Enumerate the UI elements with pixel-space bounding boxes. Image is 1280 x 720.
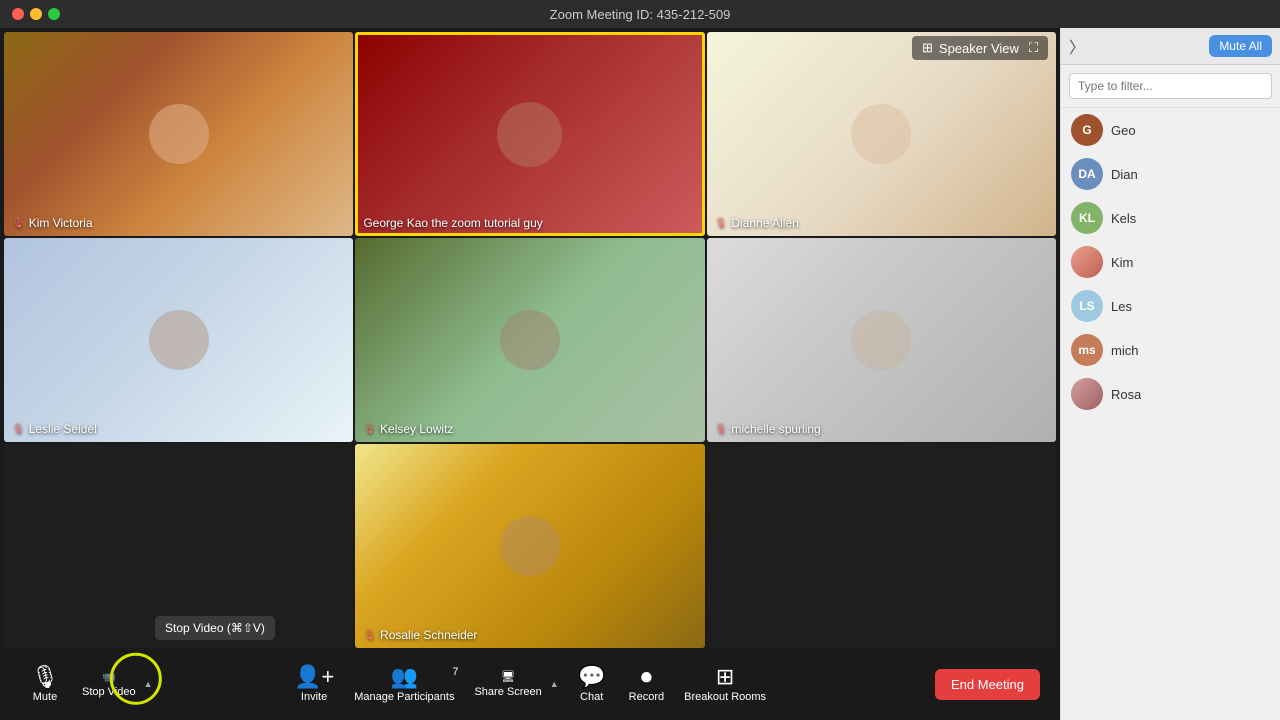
participant-count-badge: 7 [452, 666, 458, 678]
record-icon: ⏺ [641, 666, 652, 688]
breakout-icon: ⊞ [716, 666, 734, 688]
chevron-up-icon: ▲ [144, 679, 153, 689]
traffic-lights [12, 8, 60, 20]
participant-name-dianne: 🎙 Dianne Allen [715, 216, 799, 230]
toolbar-center: 👤+ Invite 👥 Manage Participants 7 🖥 Shar… [286, 662, 774, 707]
mic-muted-icon-michelle: 🎙 [715, 424, 728, 435]
video-top-bar: ⊞ Speaker View ⛶ [900, 28, 1060, 68]
participant-name-kim: 🎙 Kim Victoria [12, 216, 93, 230]
mute-all-button[interactable]: Mute All [1209, 35, 1272, 57]
stop-video-button[interactable]: 📹 Stop Video [74, 666, 140, 702]
sidebar-participant-les[interactable]: LS Les [1061, 284, 1280, 328]
sidebar-search [1061, 65, 1280, 108]
sidebar-participant-mich[interactable]: ms mich [1061, 328, 1280, 372]
participants-icon: 👥 [391, 666, 418, 688]
avatar-rosa [1071, 378, 1103, 410]
sidebar-name-mich: mich [1111, 343, 1138, 358]
record-label: Record [629, 691, 664, 703]
sidebar-participant-dian[interactable]: DA Dian [1061, 152, 1280, 196]
invite-label: Invite [301, 691, 327, 703]
sidebar-name-dian: Dian [1111, 167, 1138, 182]
sidebar-participant-geo[interactable]: G Geo [1061, 108, 1280, 152]
manage-participants-button[interactable]: 👥 Manage Participants 7 [346, 662, 462, 707]
share-screen-group: 🖥 Share Screen ▲ [466, 666, 562, 702]
sidebar: 〉 Mute All G Geo DA Dian K [1060, 28, 1280, 720]
video-cell-empty-2 [707, 444, 1056, 648]
avatar-kels: KL [1071, 202, 1103, 234]
sidebar-name-rosa: Rosa [1111, 387, 1141, 402]
end-meeting-button[interactable]: End Meeting [935, 669, 1040, 700]
mute-label: Mute [33, 691, 57, 703]
record-button[interactable]: ⏺ Record [621, 662, 672, 707]
stop-video-label: Stop Video [82, 686, 136, 698]
stop-video-tooltip: Stop Video (⌘⇧V) [155, 616, 275, 640]
meeting-title: Zoom Meeting ID: 435-212-509 [550, 7, 731, 22]
minimize-button[interactable] [30, 8, 42, 20]
avatar-dian: DA [1071, 158, 1103, 190]
video-cell-rosalie: 🎙 Rosalie Schneider [355, 444, 704, 648]
mic-muted-icon-leslie: 🎙 [12, 424, 25, 435]
main-container: ⊞ Speaker View ⛶ 🎙 Kim Victoria [0, 28, 1280, 720]
chat-label: Chat [580, 691, 603, 703]
participant-name-leslie: 🎙 Leslie Seidel [12, 422, 97, 436]
stop-video-arrow[interactable]: ▲ [140, 666, 157, 702]
participant-name-george: George Kao the zoom tutorial guy [363, 216, 542, 230]
share-screen-arrow[interactable]: ▲ [546, 666, 563, 702]
sidebar-name-kim2: Kim [1111, 255, 1133, 270]
video-cell-michelle: 🎙 michelle spurling [707, 238, 1056, 442]
share-chevron-icon: ▲ [550, 679, 559, 689]
sidebar-name-les: Les [1111, 299, 1132, 314]
sidebar-name-kels: Kels [1111, 211, 1136, 226]
search-input[interactable] [1069, 73, 1272, 99]
mic-icon: 🎙 [31, 666, 59, 688]
sidebar-participant-kim2[interactable]: Kim [1061, 240, 1280, 284]
close-button[interactable] [12, 8, 24, 20]
invite-icon: 👤+ [294, 666, 334, 688]
mute-button[interactable]: 🎙 Mute [20, 662, 70, 707]
sidebar-participants-list: G Geo DA Dian KL Kels Kim [1061, 108, 1280, 720]
video-area: ⊞ Speaker View ⛶ 🎙 Kim Victoria [0, 28, 1060, 720]
mic-muted-icon-dianne: 🎙 [715, 218, 728, 229]
toolbar: 🎙 Mute 📹 Stop Video ▲ [0, 648, 1060, 720]
sidebar-chevron-icon[interactable]: 〉 [1069, 34, 1085, 58]
avatar-les: LS [1071, 290, 1103, 322]
fullscreen-icon: ⛶ [1029, 40, 1038, 56]
toolbar-left: 🎙 Mute 📹 Stop Video ▲ [20, 662, 157, 707]
video-cell-kelsey: 🎙 Kelsey Lowitz [355, 238, 704, 442]
toolbar-right: End Meeting [935, 669, 1040, 700]
participant-name-michelle: 🎙 michelle spurling [715, 422, 821, 436]
share-screen-label: Share Screen [474, 686, 541, 698]
video-cell-kim: 🎙 Kim Victoria [4, 32, 353, 236]
avatar-geo: G [1071, 114, 1103, 146]
speaker-view-button[interactable]: ⊞ Speaker View ⛶ [912, 36, 1048, 60]
breakout-rooms-button[interactable]: ⊞ Breakout Rooms [676, 662, 774, 707]
invite-button[interactable]: 👤+ Invite [286, 662, 342, 707]
sidebar-name-geo: Geo [1111, 123, 1136, 138]
mic-muted-icon-kim: 🎙 [12, 218, 25, 229]
sidebar-participant-rosa[interactable]: Rosa [1061, 372, 1280, 416]
speaker-view-label: Speaker View [939, 41, 1019, 56]
participant-name-rosalie: 🎙 Rosalie Schneider [363, 628, 477, 642]
share-screen-button[interactable]: 🖥 Share Screen [466, 666, 545, 702]
mic-muted-icon-rosalie: 🎙 [363, 630, 376, 641]
mic-muted-icon-kelsey: 🎙 [363, 424, 376, 435]
stop-video-group: 📹 Stop Video ▲ [74, 666, 157, 702]
fullscreen-button[interactable] [48, 8, 60, 20]
video-cell-george: George Kao the zoom tutorial guy [355, 32, 704, 236]
video-icon: 📹 [102, 670, 116, 683]
chat-button[interactable]: 💬 Chat [567, 662, 617, 707]
grid-icon: ⊞ [922, 40, 933, 56]
video-grid: 🎙 Kim Victoria George Kao the zoom tutor… [0, 28, 1060, 648]
manage-participants-label: Manage Participants [354, 691, 454, 703]
chat-icon: 💬 [578, 666, 605, 688]
sidebar-participant-kels[interactable]: KL Kels [1061, 196, 1280, 240]
avatar-kim2 [1071, 246, 1103, 278]
video-cell-leslie: 🎙 Leslie Seidel [4, 238, 353, 442]
title-bar: Zoom Meeting ID: 435-212-509 [0, 0, 1280, 28]
share-screen-icon: 🖥 [501, 670, 515, 683]
avatar-mich: ms [1071, 334, 1103, 366]
breakout-rooms-label: Breakout Rooms [684, 691, 766, 703]
participant-name-kelsey: 🎙 Kelsey Lowitz [363, 422, 453, 436]
